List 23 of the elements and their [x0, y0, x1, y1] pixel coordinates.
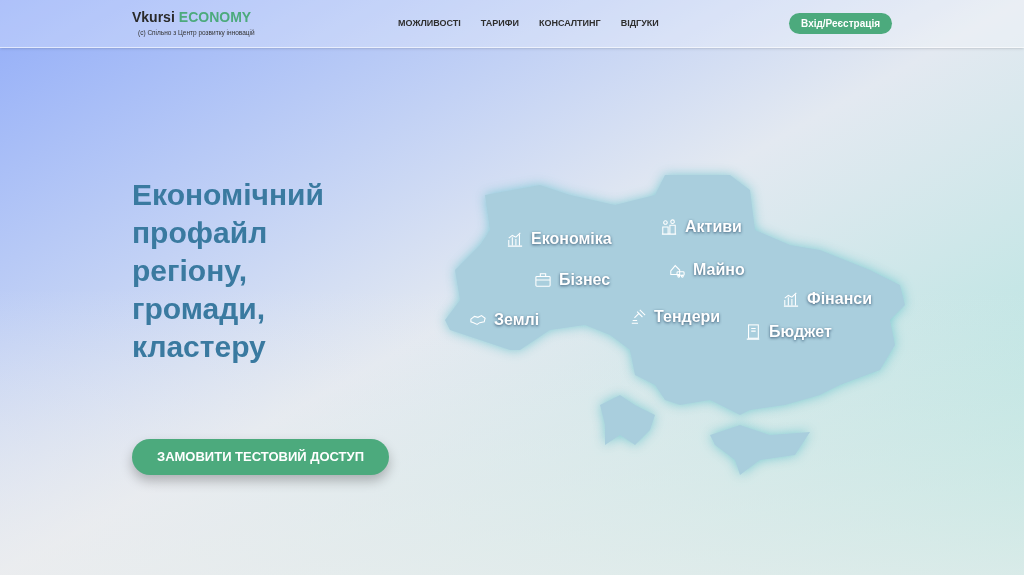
gavel-icon — [630, 309, 646, 325]
logo-product: ECONOMY — [178, 9, 252, 24]
map-label: Фінанси — [807, 289, 873, 309]
map-label: Економіка — [531, 229, 612, 249]
hero-heading: Економічний профайл регіону, громади, кластеру — [132, 177, 325, 365]
house-car-icon — [669, 262, 685, 278]
nav-link[interactable]: ТАРИФИ — [480, 16, 519, 31]
nav-link[interactable]: МОЖЛИВОСТІ — [398, 16, 461, 31]
briefcase-icon — [535, 272, 551, 288]
map-label: Активи — [685, 217, 742, 237]
nav-link[interactable]: КОНСАЛТИНГ — [538, 16, 601, 31]
map-label: Бюджет — [769, 322, 832, 342]
map-label: Землі — [494, 310, 540, 330]
map-label: Майно — [693, 260, 745, 280]
document-icon — [745, 324, 761, 340]
map-label: Тендери — [654, 307, 721, 327]
map-outline-icon — [470, 312, 486, 328]
logo-brand: Vkursi — [132, 9, 175, 24]
nav-link[interactable]: ВІДГУКИ — [620, 16, 659, 31]
map-label: Бізнес — [559, 270, 611, 290]
bar-chart-icon — [783, 291, 799, 307]
bar-chart-icon — [507, 231, 523, 247]
people-chart-icon — [661, 219, 677, 235]
